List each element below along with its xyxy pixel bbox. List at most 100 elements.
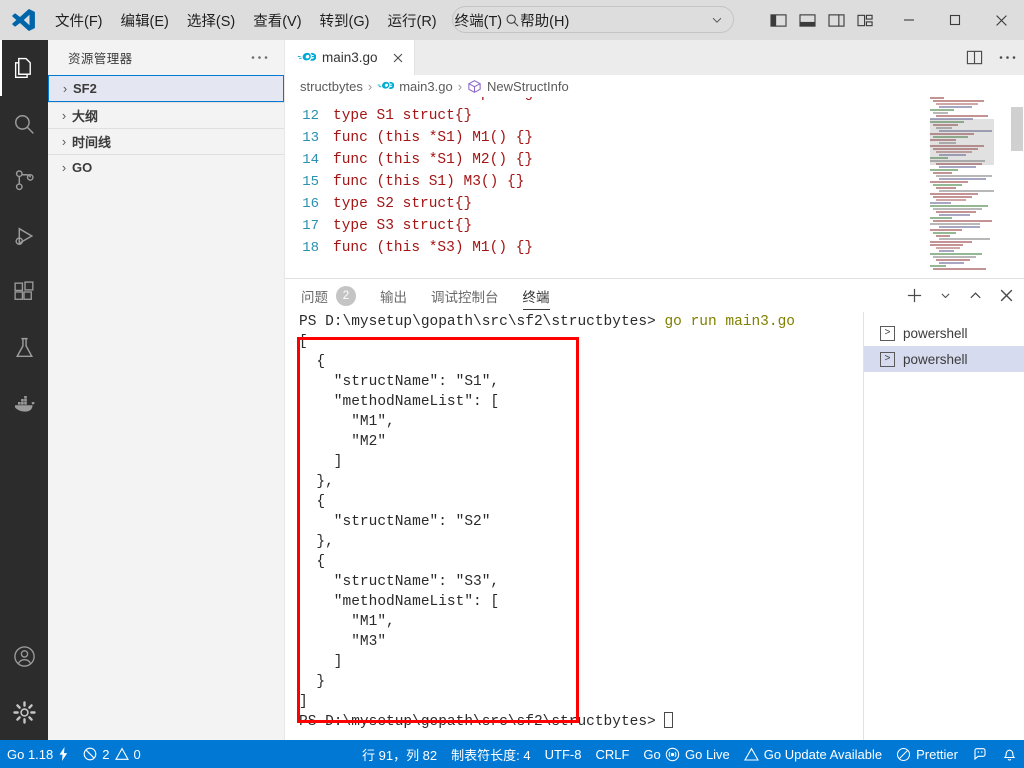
- vscode-window: 文件(F) 编辑(E) 选择(S) 查看(V) 转到(G) 运行(R) 终端(T…: [0, 0, 1024, 768]
- maximize-button[interactable]: [932, 0, 978, 40]
- sidebar-item-settings[interactable]: [0, 684, 48, 740]
- tab-debug-console[interactable]: 调试控制台: [431, 279, 499, 312]
- terminal-name: powershell: [903, 325, 968, 341]
- minimap-line: [936, 247, 960, 249]
- minimap-line: [936, 103, 978, 105]
- status-indentation[interactable]: 制表符长度: 4: [444, 740, 537, 768]
- tab-main3-go[interactable]: main3.go: [285, 40, 415, 75]
- sidebar-item-source-control[interactable]: [0, 152, 48, 208]
- status-badge: 2: [336, 285, 356, 306]
- gear-icon: [12, 700, 36, 724]
- customize-layout-icon[interactable]: [857, 13, 874, 28]
- plus-icon[interactable]: [906, 287, 923, 304]
- breadcrumb-item-file[interactable]: main3.go: [399, 79, 452, 94]
- status-go-version[interactable]: Go 1.18: [0, 740, 76, 768]
- status-problems[interactable]: 2 0: [76, 740, 147, 768]
- minimap-line: [933, 112, 948, 114]
- sidebar-item-label: GO: [72, 160, 93, 175]
- status-language-mode[interactable]: Go: [636, 740, 667, 768]
- terminal-output-line: "methodNameList": [: [299, 394, 500, 410]
- chevron-down-icon[interactable]: [939, 289, 952, 302]
- list-item[interactable]: > powershell: [864, 320, 1024, 346]
- status-encoding[interactable]: UTF-8: [538, 740, 589, 768]
- minimap-line: [939, 178, 986, 180]
- chevron-right-icon: ›: [61, 160, 67, 175]
- menu-run[interactable]: 运行(R): [378, 6, 445, 35]
- terminal-icon: >: [880, 351, 895, 367]
- sidebar-item-search[interactable]: [0, 96, 48, 152]
- close-icon[interactable]: [999, 288, 1014, 303]
- sidebar-item-sf2[interactable]: › SF2: [48, 75, 284, 102]
- status-go-update[interactable]: Go Update Available: [737, 740, 889, 768]
- terminal-output[interactable]: PS D:\mysetup\gopath\src\sf2\structbytes…: [285, 312, 863, 741]
- toggle-primary-sidebar-icon[interactable]: [770, 13, 787, 28]
- sidebar-item-extensions[interactable]: [0, 264, 48, 320]
- line-number: 13: [302, 130, 319, 146]
- close-icon[interactable]: [392, 52, 404, 64]
- menu-selection[interactable]: 选择(S): [178, 6, 244, 35]
- line-content: const content = `package main: [333, 97, 585, 102]
- status-feedback[interactable]: [965, 740, 995, 768]
- command-center[interactable]: [452, 6, 734, 33]
- menu-file[interactable]: 文件(F): [46, 6, 112, 35]
- chevron-up-icon[interactable]: [968, 288, 983, 303]
- code-editor[interactable]: 11 const content = `package main 12 type…: [285, 97, 1024, 278]
- ellipsis-icon[interactable]: [999, 55, 1016, 60]
- sidebar-item-timeline[interactable]: › 时间线: [48, 128, 284, 154]
- terminal-output-line: "M1",: [299, 414, 395, 430]
- toggle-panel-icon[interactable]: [799, 13, 816, 28]
- minimap-line: [933, 172, 952, 174]
- activity-bar: [0, 40, 48, 740]
- status-bar-right: Go Live Go Update Available Prettier: [658, 740, 1024, 768]
- error-count: 2: [102, 746, 110, 762]
- editor-scrollbar[interactable]: [1010, 97, 1024, 278]
- terminal-output-line: "structName": "S2": [299, 514, 491, 530]
- ellipsis-icon[interactable]: [251, 55, 268, 60]
- tab-terminal[interactable]: 终端: [522, 279, 550, 312]
- title-bar: 文件(F) 编辑(E) 选择(S) 查看(V) 转到(G) 运行(R) 终端(T…: [0, 0, 1024, 40]
- menu-view[interactable]: 查看(V): [244, 6, 310, 35]
- breadcrumb-item-folder[interactable]: structbytes: [300, 79, 363, 94]
- chevron-down-icon[interactable]: [710, 13, 724, 27]
- minimap-line: [939, 190, 994, 192]
- sidebar-item-run-and-debug[interactable]: [0, 208, 48, 264]
- minimap-line: [930, 244, 963, 246]
- toggle-secondary-sidebar-icon[interactable]: [828, 13, 845, 28]
- status-go-live[interactable]: Go Live: [658, 740, 737, 768]
- symbol-struct-icon: [467, 79, 482, 94]
- minimap-slider[interactable]: [930, 119, 994, 165]
- split-editor-icon[interactable]: [966, 49, 983, 66]
- status-eol[interactable]: CRLF: [588, 740, 636, 768]
- line-number: 17: [302, 218, 319, 234]
- sidebar-item-explorer[interactable]: [0, 40, 48, 96]
- minimap-line: [933, 196, 972, 198]
- terminal-output-line: "M3": [299, 634, 387, 650]
- minimize-button[interactable]: [886, 0, 932, 40]
- terminal-output-line: {: [299, 494, 326, 510]
- tab-output[interactable]: 输出: [380, 279, 407, 312]
- tab-problems[interactable]: 问题 2: [301, 279, 356, 312]
- menu-go[interactable]: 转到(G): [311, 6, 379, 35]
- breadcrumb-item-symbol[interactable]: NewStructInfo: [487, 79, 569, 94]
- sidebar-item-outline[interactable]: › 大纲: [48, 102, 284, 128]
- sidebar-item-docker[interactable]: [0, 376, 48, 432]
- breadcrumb-separator: ›: [457, 78, 463, 94]
- menu-edit[interactable]: 编辑(E): [112, 6, 178, 35]
- run-debug-icon: [14, 226, 33, 245]
- status-prettier[interactable]: Prettier: [889, 740, 965, 768]
- sidebar-item-go[interactable]: › GO: [48, 154, 284, 180]
- terminal-output-line: {: [299, 354, 326, 370]
- status-notifications[interactable]: [995, 740, 1024, 768]
- files-icon: [14, 57, 31, 78]
- status-cursor-position[interactable]: 行 91，列 82: [355, 740, 444, 768]
- line-number: 14: [302, 152, 319, 168]
- scrollbar-thumb[interactable]: [1011, 107, 1023, 151]
- sidebar-item-testing[interactable]: [0, 320, 48, 376]
- close-button[interactable]: [978, 0, 1024, 40]
- go-file-icon: [297, 51, 316, 64]
- minimap[interactable]: [930, 97, 994, 278]
- minimap-line: [930, 181, 968, 183]
- tab-label: 终端: [522, 289, 550, 305]
- list-item[interactable]: > powershell: [864, 346, 1024, 372]
- sidebar-item-accounts[interactable]: [0, 628, 48, 684]
